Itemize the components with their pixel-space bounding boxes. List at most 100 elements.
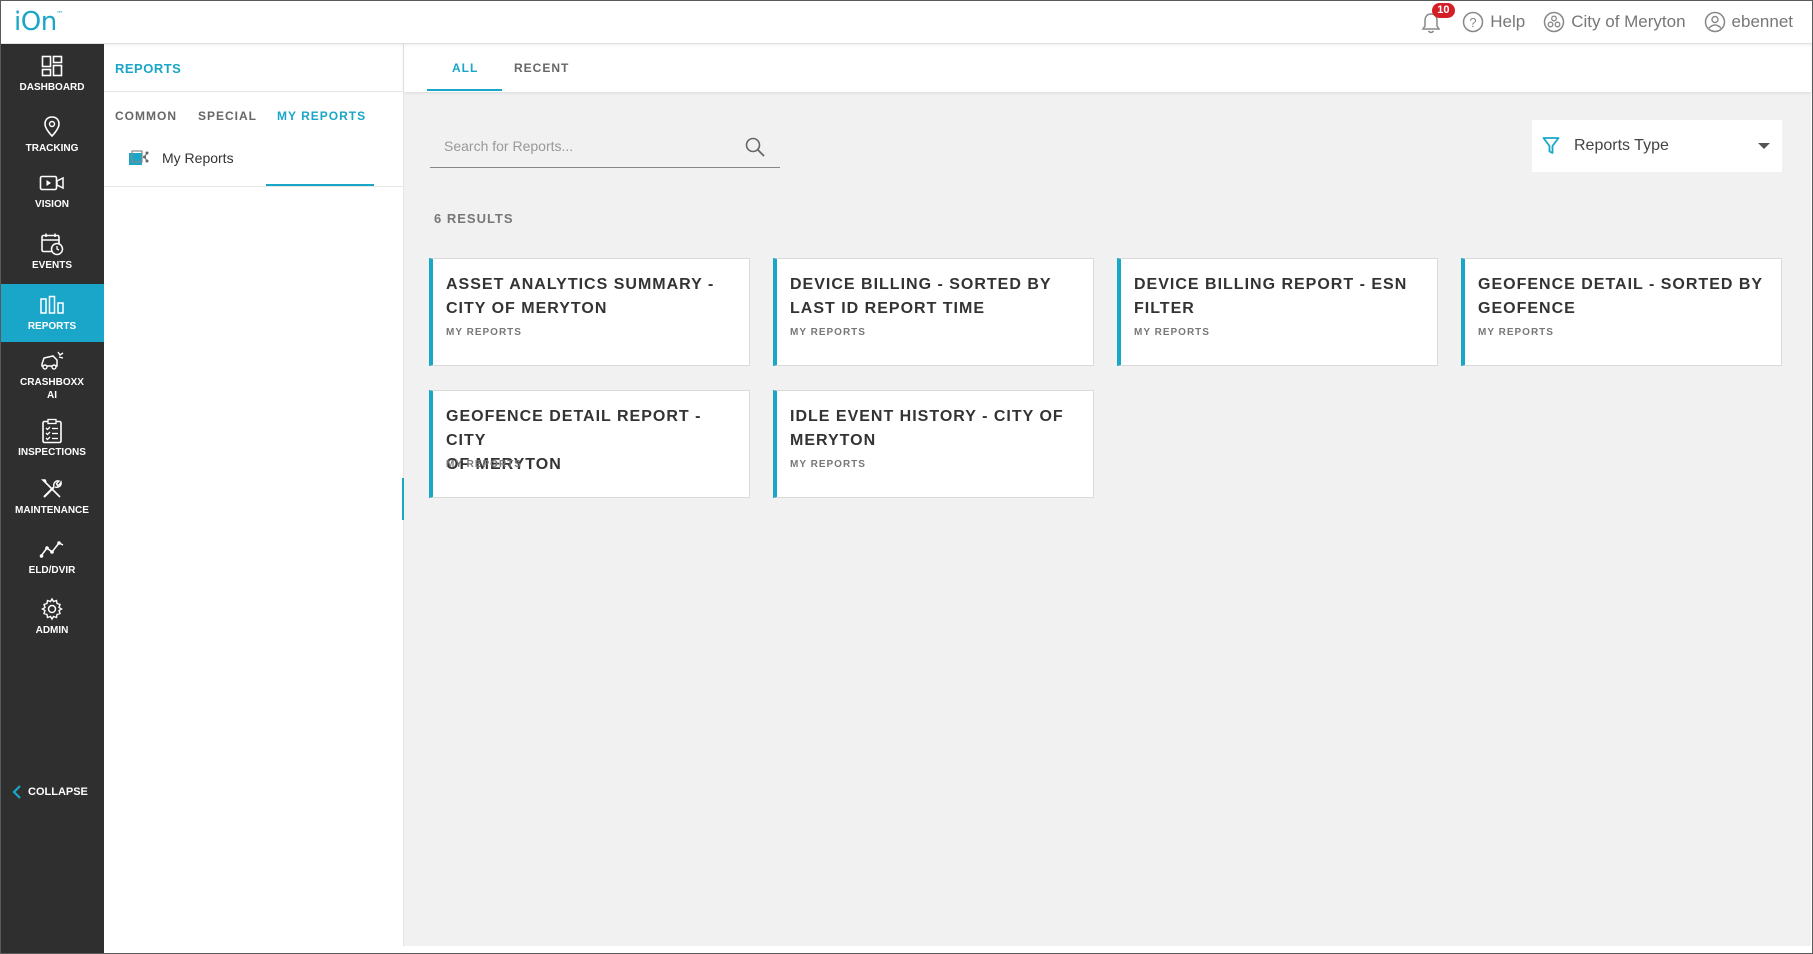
divider bbox=[104, 186, 404, 187]
nav-label: ELD/DVIR bbox=[28, 565, 76, 576]
nav-events[interactable]: EVENTS bbox=[0, 224, 104, 280]
nav-maintenance[interactable]: MAINTENANCE bbox=[0, 468, 104, 526]
help-button[interactable]: ? Help bbox=[1462, 11, 1525, 33]
nav-dashboard[interactable]: DASHBOARD bbox=[0, 48, 104, 100]
report-title-line: FILTER bbox=[1134, 300, 1195, 317]
shared-folder-icon bbox=[129, 150, 149, 165]
report-title-line: GEOFENCE bbox=[1478, 300, 1576, 317]
report-category: MY REPORTS bbox=[790, 327, 866, 338]
organization-label: City of Meryton bbox=[1571, 12, 1686, 31]
question-circle-icon: ? bbox=[1463, 11, 1484, 33]
nav-label: REPORTS bbox=[27, 321, 77, 332]
collapse-label: COLLAPSE bbox=[28, 786, 88, 798]
report-card[interactable]: DEVICE BILLING - SORTED BY LAST ID REPOR… bbox=[773, 258, 1094, 366]
search-icon[interactable] bbox=[744, 136, 766, 158]
results-count: 6 RESULTS bbox=[434, 211, 514, 226]
nav-label-line2: AI bbox=[47, 389, 57, 401]
active-tab-indicator bbox=[427, 89, 502, 91]
reports-subpanel: REPORTS COMMON SPECIAL MY REPORTS My Rep… bbox=[104, 44, 404, 946]
map-pin-icon bbox=[44, 116, 60, 138]
search-input[interactable] bbox=[430, 126, 730, 166]
report-title: IDLE EVENT HISTORY - CITY OF MERYTON bbox=[790, 405, 1079, 453]
dashboard-icon bbox=[41, 55, 63, 77]
user-label: ebennet bbox=[1731, 12, 1793, 31]
report-title-line: GEOFENCE DETAIL - SORTED BY bbox=[1478, 276, 1764, 293]
chevron-left-icon bbox=[12, 785, 21, 799]
collapse-button[interactable]: COLLAPSE bbox=[12, 784, 88, 800]
nav-label: CRASHBOXX bbox=[20, 376, 84, 388]
nav-label: VISION bbox=[35, 199, 69, 210]
nav-label: INSPECTIONS bbox=[18, 447, 86, 458]
report-card[interactable]: GEOFENCE DETAIL REPORT - CITY OF MERYTON… bbox=[429, 390, 750, 498]
caret-down-icon bbox=[1758, 143, 1770, 149]
nav-label: TRACKING bbox=[25, 143, 79, 154]
nav-vision[interactable]: VISION bbox=[0, 166, 104, 216]
report-category: MY REPORTS bbox=[446, 327, 522, 338]
report-category: MY REPORTS bbox=[446, 459, 522, 470]
report-card[interactable]: ASSET ANALYTICS SUMMARY - CITY OF MERYTO… bbox=[429, 258, 750, 366]
report-card[interactable]: GEOFENCE DETAIL - SORTED BY GEOFENCE MY … bbox=[1461, 258, 1782, 366]
wrench-screwdriver-icon bbox=[41, 479, 62, 498]
report-title: ASSET ANALYTICS SUMMARY - CITY OF MERYTO… bbox=[446, 273, 735, 321]
logo-text: iOn bbox=[14, 6, 57, 37]
notifications-button[interactable]: 10 bbox=[1420, 3, 1455, 35]
report-title: GEOFENCE DETAIL REPORT - CITY OF MERYTON bbox=[446, 405, 735, 473]
nav-crashboxx-ai[interactable]: CRASHBOXX AI bbox=[0, 344, 104, 406]
nav-tracking[interactable]: TRACKING bbox=[0, 108, 104, 162]
nav-reports[interactable]: REPORTS bbox=[0, 284, 104, 342]
left-navigation: DASHBOARD TRACKING VISION EVENTS REPORTS… bbox=[0, 44, 104, 954]
notification-badge: 10 bbox=[1432, 3, 1455, 18]
logo-trademark: ™ bbox=[56, 9, 63, 18]
svg-text:?: ? bbox=[1470, 15, 1477, 30]
user-menu[interactable]: ebennet bbox=[1704, 11, 1793, 33]
tree-item-my-reports[interactable]: My Reports bbox=[128, 149, 234, 167]
report-title-line: DEVICE BILLING - SORTED BY bbox=[790, 276, 1052, 293]
divider bbox=[104, 91, 404, 92]
top-right-menu: 10 ? Help City of Meryton ebennet bbox=[1420, 0, 1793, 44]
nav-inspections[interactable]: INSPECTIONS bbox=[0, 410, 104, 468]
report-title-line: LAST ID REPORT TIME bbox=[790, 300, 985, 317]
organization-icon bbox=[1543, 11, 1565, 33]
help-label: Help bbox=[1490, 12, 1526, 31]
search-box bbox=[430, 126, 780, 168]
user-icon bbox=[1704, 11, 1725, 33]
gear-icon bbox=[41, 597, 63, 621]
top-bar: iOn ™ 10 ? Help City of Meryton ebennet bbox=[0, 0, 1813, 44]
nav-label: DASHBOARD bbox=[19, 82, 85, 93]
filter-label: Reports Type bbox=[1574, 137, 1669, 154]
report-title-line: MERYTON bbox=[790, 432, 877, 449]
calendar-clock-icon bbox=[41, 233, 64, 256]
tab-recent[interactable]: RECENT bbox=[514, 61, 569, 75]
organization-selector[interactable]: City of Meryton bbox=[1543, 11, 1686, 33]
main-tabs: ALL RECENT bbox=[404, 44, 1811, 92]
nav-label: MAINTENANCE bbox=[15, 505, 89, 516]
report-card[interactable]: DEVICE BILLING REPORT - ESN FILTER MY RE… bbox=[1117, 258, 1438, 366]
report-title-line: ASSET ANALYTICS SUMMARY - bbox=[446, 276, 715, 293]
subpanel-title: REPORTS bbox=[115, 61, 182, 76]
tab-common[interactable]: COMMON bbox=[115, 109, 177, 123]
report-title-line: CITY OF MERYTON bbox=[446, 300, 608, 317]
app-logo[interactable]: iOn ™ bbox=[14, 6, 63, 37]
tab-all[interactable]: ALL bbox=[452, 61, 478, 75]
report-title: DEVICE BILLING - SORTED BY LAST ID REPOR… bbox=[790, 273, 1079, 321]
tree-item-label: My Reports bbox=[162, 150, 234, 166]
reports-type-dropdown[interactable]: Reports Type bbox=[1532, 120, 1782, 172]
tab-my-reports[interactable]: MY REPORTS bbox=[277, 109, 366, 123]
checklist-icon bbox=[42, 418, 62, 444]
tab-special[interactable]: SPECIAL bbox=[198, 109, 257, 123]
nav-admin[interactable]: ADMIN bbox=[0, 588, 104, 646]
report-title-line: GEOFENCE DETAIL REPORT - CITY bbox=[446, 408, 702, 449]
report-category: MY REPORTS bbox=[790, 459, 866, 470]
nav-eld-dvir[interactable]: ELD/DVIR bbox=[0, 528, 104, 586]
main-content: ALL RECENT Reports Type 6 RESULTS ASSET … bbox=[404, 44, 1811, 946]
bar-chart-icon bbox=[40, 295, 64, 314]
video-camera-icon bbox=[39, 175, 64, 191]
report-category: MY REPORTS bbox=[1478, 327, 1554, 338]
filter-icon bbox=[1542, 137, 1560, 154]
nav-label: EVENTS bbox=[31, 260, 72, 271]
trend-line-icon bbox=[39, 541, 64, 558]
report-card[interactable]: IDLE EVENT HISTORY - CITY OF MERYTON MY … bbox=[773, 390, 1094, 498]
crash-car-icon bbox=[41, 351, 64, 370]
nav-label: ADMIN bbox=[35, 625, 69, 636]
report-title: DEVICE BILLING REPORT - ESN FILTER bbox=[1134, 273, 1423, 321]
